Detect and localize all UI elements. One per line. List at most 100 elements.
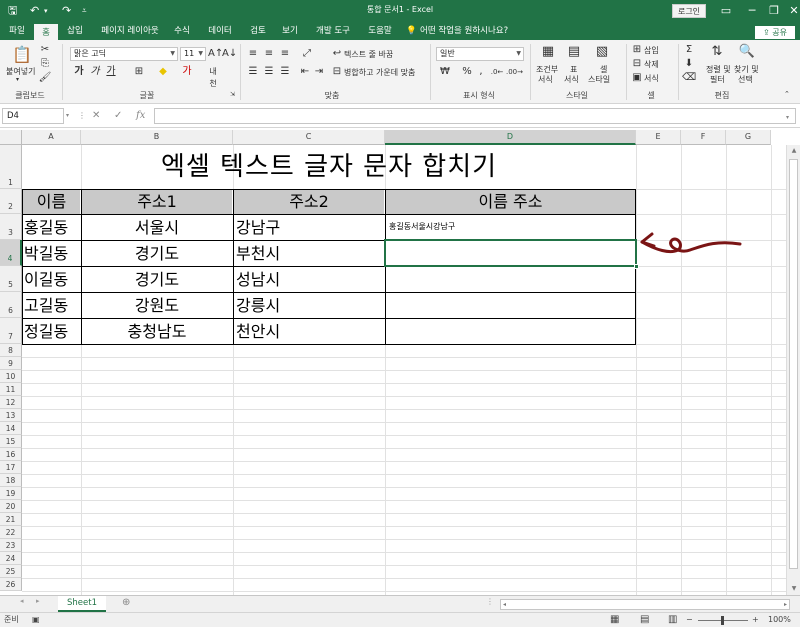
percent-icon[interactable]: % (460, 66, 474, 78)
paste-dropdown-icon[interactable]: ▾ (16, 76, 19, 83)
scroll-down-icon[interactable]: ▼ (787, 583, 800, 595)
page-layout-view-icon[interactable]: ▤ (640, 613, 649, 627)
align-right-icon[interactable]: ☰ (278, 66, 292, 78)
login-button[interactable]: 로그인 (672, 4, 706, 18)
align-center-icon[interactable]: ☰ (262, 66, 276, 78)
align-top-icon[interactable]: ≡ (246, 48, 260, 60)
format-painter-icon[interactable]: 🖌 (38, 72, 52, 84)
font-launcher-icon[interactable]: ⇲ (230, 91, 235, 98)
accounting-icon[interactable]: ₩ (438, 66, 452, 78)
find-select-button-2[interactable]: 선택 (738, 74, 753, 85)
format-cells-button[interactable]: 서식 (644, 73, 659, 84)
share-button[interactable]: ⇪ 공유 (755, 26, 795, 39)
paste-button[interactable]: 붙여넣기 (6, 66, 35, 77)
merge-center-button[interactable]: 병합하고 가운데 맞춤 (344, 67, 415, 78)
vertical-scroll-thumb[interactable] (789, 159, 798, 569)
find-select-icon[interactable]: 🔍 (738, 44, 756, 60)
zoom-in-icon[interactable]: + (752, 613, 759, 627)
format-table-button-2[interactable]: 서식 (564, 74, 579, 85)
merge-center-icon[interactable]: ⊟ (330, 66, 344, 78)
delete-cells-button[interactable]: 삭제 (644, 59, 659, 70)
tab-formulas[interactable]: 수식 (170, 24, 194, 40)
vertical-scrollbar[interactable]: ▲ ▼ (786, 145, 800, 595)
decrease-font-icon[interactable]: A↓ (222, 48, 237, 60)
undo-dropdown-icon[interactable]: ▾ (44, 3, 48, 19)
name-box[interactable]: D4 (2, 108, 64, 124)
decrease-indent-icon[interactable]: ⇤ (298, 66, 312, 78)
page-break-view-icon[interactable]: ▥ (668, 613, 677, 627)
italic-icon[interactable]: 가 (88, 66, 102, 78)
scroll-left-icon[interactable]: ◂ (503, 600, 506, 610)
delete-cells-icon[interactable]: ⊟ (630, 58, 644, 70)
format-cells-icon[interactable]: ▣ (630, 72, 644, 84)
fill-color-icon[interactable]: ◆ (156, 66, 170, 78)
tab-home[interactable]: 홈 (34, 24, 58, 40)
underline-icon[interactable]: 가 (104, 66, 118, 78)
add-sheet-icon[interactable]: ⊕ (122, 597, 130, 608)
tab-data[interactable]: 데이터 (204, 24, 236, 40)
normal-view-icon[interactable]: ▦ (610, 613, 619, 627)
undo-icon[interactable]: ↶ (30, 3, 39, 19)
conditional-format-button-2[interactable]: 서식 (538, 74, 553, 85)
increase-decimal-icon[interactable]: .0← (490, 66, 504, 78)
customize-qat-icon[interactable]: ⩡ (82, 3, 87, 19)
font-color-icon[interactable]: 가 (180, 66, 194, 78)
clipboard-icon[interactable]: 📋 (12, 44, 32, 66)
enter-icon[interactable]: ✓ (114, 109, 122, 123)
cell-styles-icon[interactable]: ▧ (594, 44, 610, 60)
expand-formula-icon[interactable]: ▾ (786, 111, 789, 125)
prev-sheet-icon[interactable]: ◂ (20, 597, 24, 605)
orientation-icon[interactable]: ⤢ (300, 48, 314, 60)
formula-input[interactable] (154, 108, 796, 124)
tab-insert[interactable]: 삽입 (62, 24, 88, 40)
fill-icon[interactable]: ⬇ (682, 58, 696, 70)
cell-styles-button-2[interactable]: 스타일 (588, 74, 610, 85)
comma-icon[interactable]: , (474, 66, 488, 78)
zoom-level[interactable]: 100% (768, 613, 791, 627)
tab-view[interactable]: 보기 (278, 24, 302, 40)
tab-help[interactable]: 도움말 (364, 24, 396, 40)
zoom-out-icon[interactable]: − (686, 613, 693, 627)
align-left-icon[interactable]: ☰ (246, 66, 260, 78)
sort-filter-button-2[interactable]: 필터 (710, 74, 725, 85)
close-icon[interactable]: ✕ (780, 0, 800, 22)
cancel-icon[interactable]: ✕ (92, 109, 100, 123)
scroll-right-icon[interactable]: ▸ (784, 600, 787, 610)
next-sheet-icon[interactable]: ▸ (36, 597, 40, 605)
scroll-up-icon[interactable]: ▲ (787, 145, 800, 157)
tab-review[interactable]: 검토 (246, 24, 270, 40)
conditional-format-icon[interactable]: ▦ (540, 44, 556, 60)
font-name-select[interactable]: 맑은 고딕 ▼ (70, 47, 178, 61)
ribbon-display-icon[interactable]: ▭ (712, 0, 740, 22)
name-box-dropdown-icon[interactable]: ▾ (66, 109, 69, 123)
cut-icon[interactable]: ✂ (38, 44, 52, 56)
save-icon[interactable]: 🖫 (8, 3, 17, 19)
active-cell-selection[interactable] (384, 239, 639, 269)
insert-function-icon[interactable]: fx (136, 109, 145, 123)
phonetic-icon[interactable]: 내천 (206, 66, 220, 88)
collapse-ribbon-icon[interactable]: ⌃ (784, 90, 790, 98)
number-format-select[interactable]: 일반 ▼ (436, 47, 524, 61)
splitter-icon[interactable]: ⋮ (486, 597, 494, 606)
tell-me-input[interactable]: 어떤 작업을 원하시나요? (420, 24, 508, 38)
autosum-icon[interactable]: Σ (682, 44, 696, 56)
insert-cells-icon[interactable]: ⊞ (630, 44, 644, 56)
sort-filter-icon[interactable]: ⇅ (708, 44, 726, 60)
worksheet[interactable]: A B C D E F G 1 2 3 4 5 6 7 8 9 10 11 12 13 14… (0, 128, 800, 595)
increase-indent-icon[interactable]: ⇥ (312, 66, 326, 78)
clear-icon[interactable]: ⌫ (682, 72, 696, 84)
align-bottom-icon[interactable]: ≡ (278, 48, 292, 60)
wrap-text-icon[interactable]: ↩ (330, 48, 344, 60)
borders-icon[interactable]: ⊞ (132, 66, 146, 78)
tab-page-layout[interactable]: 페이지 레이아웃 (96, 24, 164, 40)
copy-icon[interactable]: ⎘ (38, 58, 52, 70)
increase-font-icon[interactable]: A↑ (208, 48, 223, 60)
bold-icon[interactable]: 가 (72, 66, 86, 78)
tab-developer[interactable]: 개발 도구 (312, 24, 354, 40)
redo-icon[interactable]: ↷ (62, 3, 71, 19)
horizontal-scrollbar[interactable]: ◂ ▸ (500, 599, 790, 610)
align-middle-icon[interactable]: ≡ (262, 48, 276, 60)
sheet-tab-sheet1[interactable]: Sheet1 (58, 596, 106, 612)
tab-file[interactable]: 파일 (2, 24, 32, 40)
decrease-decimal-icon[interactable]: .00→ (506, 66, 523, 78)
